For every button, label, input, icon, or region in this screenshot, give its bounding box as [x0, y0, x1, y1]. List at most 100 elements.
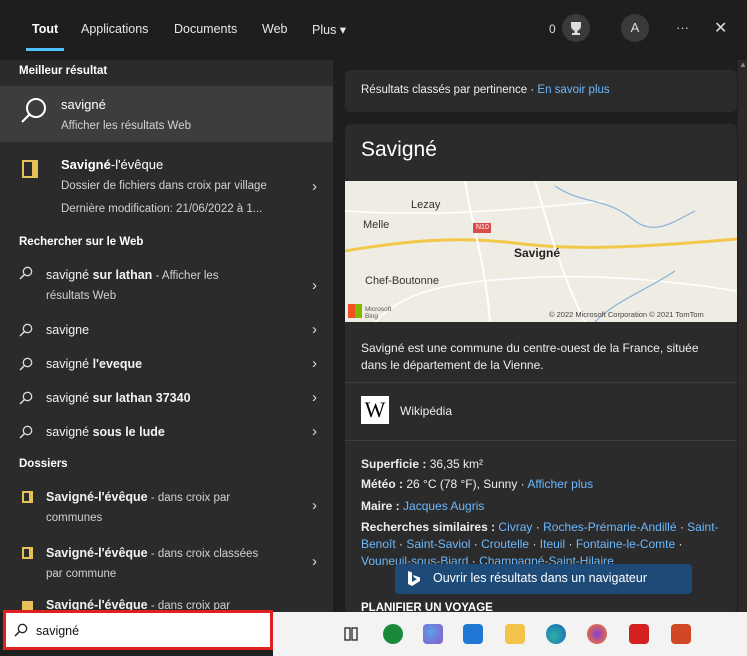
scrollbar[interactable]: ▲: [738, 60, 747, 612]
similar-link[interactable]: Croutelle: [481, 537, 529, 551]
best-match-heading: Meilleur résultat: [19, 65, 108, 77]
best-match-item[interactable]: savigné Afficher les résultats Web: [0, 86, 333, 142]
search-box[interactable]: savigné: [3, 610, 273, 650]
tab-applications[interactable]: Applications: [81, 22, 148, 36]
web-suggestion[interactable]: savigné sous le lude ›: [0, 420, 333, 448]
chevron-right-icon[interactable]: ›: [312, 178, 317, 195]
map-copyright: © 2022 Microsoft Corporation © 2021 TomT…: [549, 310, 704, 319]
app-green-icon[interactable]: [383, 624, 403, 644]
similar-link[interactable]: Fontaine-le-Comte: [576, 537, 675, 551]
firefox-icon[interactable]: [587, 624, 607, 644]
search-icon: [14, 623, 28, 637]
task-view-icon[interactable]: [341, 624, 361, 644]
search-icon: [21, 98, 46, 123]
best-match-subtitle: Afficher les résultats Web: [61, 120, 191, 132]
folders-heading: Dossiers: [19, 458, 68, 470]
learn-more-link[interactable]: En savoir plus: [537, 84, 609, 96]
chevron-right-icon[interactable]: ›: [312, 553, 317, 570]
chevron-right-icon[interactable]: ›: [312, 497, 317, 514]
tab-documents[interactable]: Documents: [174, 22, 237, 36]
bing-icon: [408, 571, 420, 586]
similar-link[interactable]: Saint-Saviol: [406, 537, 470, 551]
fact-similar-searches: Recherches similaires : Civray · Roches-…: [361, 519, 726, 565]
search-icon: [19, 323, 33, 337]
map-provider: Microsoft Bing: [365, 306, 392, 320]
search-icon: [19, 425, 33, 439]
fact-surface: Superficie : 36,35 km²: [361, 457, 484, 471]
entity-description: Savigné est une commune du centre-ouest …: [361, 341, 699, 372]
folder-icon: [22, 491, 33, 503]
powerpoint-icon[interactable]: [671, 624, 691, 644]
divider: [345, 440, 737, 441]
open-in-browser-label: Ouvrir les résultats dans un navigateur: [433, 571, 647, 585]
trophy-icon[interactable]: [562, 14, 590, 42]
search-icon: [19, 266, 33, 280]
plan-trip-heading: PLANIFIER UN VOYAGE: [361, 602, 493, 612]
map-label-savigne: Savigné: [514, 246, 561, 260]
map-label-chef-boutonne: Chef-Boutonne: [365, 275, 439, 287]
tab-web[interactable]: Web: [262, 22, 287, 36]
fact-weather: Météo : 26 °C (78 °F), Sunny · Afficher …: [361, 477, 594, 491]
results-list: Meilleur résultat savigné Afficher les r…: [0, 60, 333, 612]
account-avatar[interactable]: A: [621, 14, 649, 42]
close-icon[interactable]: ✕: [714, 18, 727, 38]
folder-icon: [22, 547, 33, 559]
folder-item-title: Savigné-l'évêque - dans croix par: [46, 490, 231, 504]
folder-item[interactable]: Savigné-l'évêque - dans croix par commun…: [0, 482, 333, 532]
folder-result-location: Dossier de fichiers dans croix par villa…: [61, 180, 267, 192]
tab-more[interactable]: Plus ▾: [312, 22, 346, 37]
best-match-title: savigné: [61, 97, 106, 112]
similar-link[interactable]: Iteuil: [540, 537, 565, 551]
folder-result-item[interactable]: Savigné-l'évêque Dossier de fichiers dan…: [0, 148, 333, 224]
paint-icon[interactable]: [423, 624, 443, 644]
map-image[interactable]: Lezay Melle Savigné Chef-Boutonne N10 Mi…: [345, 181, 737, 322]
web-suggestion[interactable]: savigne ›: [0, 318, 333, 346]
tab-all[interactable]: Tout: [32, 22, 58, 36]
chevron-right-icon[interactable]: ›: [312, 389, 317, 406]
web-suggestion[interactable]: savigné sur lathan - Afficher les résult…: [0, 260, 333, 312]
divider: [345, 382, 737, 383]
map-label-lezay: Lezay: [411, 199, 441, 211]
web-suggestion-text: savigné sur lathan - Afficher les: [46, 268, 219, 282]
search-input[interactable]: savigné: [36, 624, 79, 638]
open-in-browser-button[interactable]: Ouvrir les résultats dans un navigateur: [395, 564, 692, 594]
mayor-link[interactable]: Jacques Augris: [403, 499, 484, 513]
folder-result-modified: Dernière modification: 21/06/2022 à 1...: [61, 203, 263, 215]
folder-item-sub: par commune: [46, 568, 117, 580]
folder-icon: [22, 160, 38, 178]
map-label-melle: Melle: [363, 219, 390, 231]
web-suggestion-text: savigné sur lathan 37340: [46, 391, 191, 405]
rewards-points: 0: [549, 22, 556, 36]
file-explorer-icon[interactable]: [505, 624, 525, 644]
web-suggestion-text: savigné l'eveque: [46, 357, 143, 371]
microsoft-logo-icon: [348, 304, 362, 318]
wikipedia-link[interactable]: Wikipédia: [400, 404, 452, 418]
mail-icon[interactable]: [463, 624, 483, 644]
fact-mayor: Maire : Jacques Augris: [361, 499, 485, 513]
chevron-right-icon[interactable]: ›: [312, 321, 317, 338]
chevron-right-icon[interactable]: ›: [312, 277, 317, 294]
wikipedia-logo-icon: W: [361, 396, 389, 424]
active-tab-indicator: [26, 48, 64, 51]
ranking-text: Résultats classés par pertinence · En sa…: [361, 84, 610, 96]
acrobat-icon[interactable]: [629, 624, 649, 644]
similar-link[interactable]: Roches-Prémarie-Andillé: [543, 520, 676, 534]
web-suggestion[interactable]: savigné l'eveque ›: [0, 352, 333, 380]
web-suggestion-text: savigné sous le lude: [46, 425, 165, 439]
search-icon: [19, 391, 33, 405]
folder-item-title: Savigné-l'évêque - dans croix classées: [46, 546, 259, 560]
web-search-heading: Rechercher sur le Web: [19, 236, 144, 248]
web-suggestion[interactable]: savigné sur lathan 37340 ›: [0, 386, 333, 414]
web-suggestion-sub: résultats Web: [46, 290, 117, 302]
similar-link[interactable]: Civray: [498, 520, 532, 534]
edge-icon[interactable]: [546, 624, 566, 644]
chevron-right-icon[interactable]: ›: [312, 423, 317, 440]
more-options-icon[interactable]: ···: [676, 20, 689, 35]
entity-title: Savigné: [361, 138, 437, 161]
map-road-label: N10: [476, 224, 489, 231]
taskbar: [273, 612, 747, 656]
chevron-right-icon[interactable]: ›: [312, 355, 317, 372]
weather-more-link[interactable]: Afficher plus: [527, 477, 593, 491]
folder-item-sub: communes: [46, 512, 103, 524]
folder-item[interactable]: Savigné-l'évêque - dans croix classées p…: [0, 538, 333, 588]
